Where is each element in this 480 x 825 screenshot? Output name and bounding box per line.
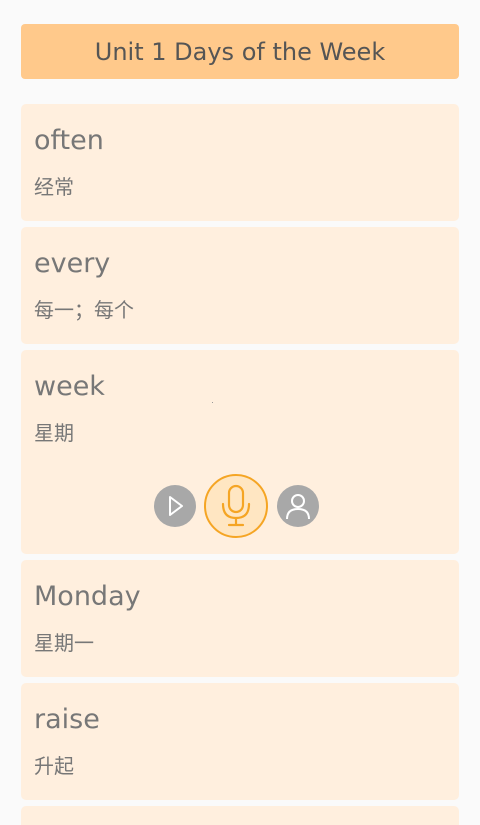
record-button[interactable] (204, 474, 268, 538)
word-meaning: 升起 (34, 754, 74, 778)
play-icon (169, 496, 183, 516)
word-card-often[interactable]: often 经常 (21, 104, 459, 221)
play-button[interactable] (154, 485, 196, 527)
word-text: raise (34, 704, 100, 735)
microphone-icon (221, 484, 251, 527)
word-card-monday[interactable]: Monday 星期一 (21, 560, 459, 677)
user-button[interactable] (277, 485, 319, 527)
word-meaning: 每一；每个 (34, 298, 134, 322)
word-text: week (34, 371, 105, 402)
word-meaning: 星期 (34, 421, 74, 445)
word-card-week[interactable]: week 星期 (21, 350, 459, 554)
word-text: Monday (34, 581, 141, 612)
artifact-dot (212, 402, 213, 403)
word-card-raise[interactable]: raise 升起 (21, 683, 459, 800)
word-text: every (34, 248, 111, 279)
page-title: Unit 1 Days of the Week (94, 37, 386, 66)
unit-header: Unit 1 Days of the Week (21, 24, 459, 79)
word-card-next[interactable] (21, 806, 459, 825)
word-controls (21, 474, 459, 538)
word-meaning: 星期一 (34, 631, 94, 655)
word-text: often (34, 125, 104, 156)
word-card-every[interactable]: every 每一；每个 (21, 227, 459, 344)
word-meaning: 经常 (34, 175, 74, 199)
user-icon (286, 494, 310, 520)
